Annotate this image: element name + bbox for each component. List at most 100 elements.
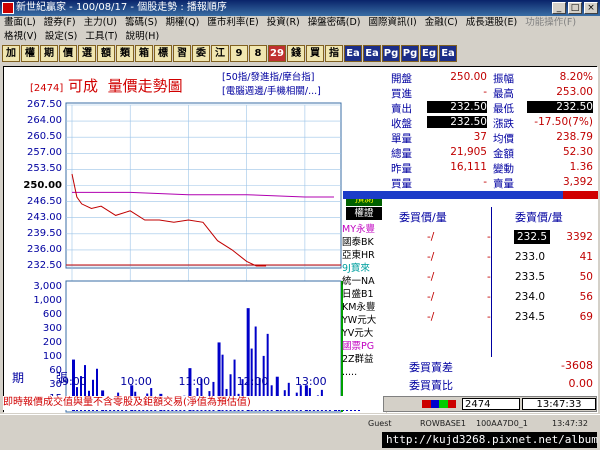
toolbar-button-20[interactable]: Pg	[382, 45, 400, 62]
quote-row: 賣出 232.50 最低 232.50	[387, 101, 598, 115]
menu2-item-2[interactable]: 工具(T)	[81, 31, 121, 42]
toolbar-button-19[interactable]: Ea	[363, 45, 381, 62]
menu2-item-1[interactable]: 設定(S)	[41, 31, 81, 42]
menu-item-11[interactable]: 功能操作(F)	[521, 17, 580, 28]
broker-item[interactable]: YV元大	[342, 327, 384, 340]
yvol-value: 16,111	[450, 161, 487, 173]
toolbar-button-22[interactable]: Eg	[420, 45, 438, 62]
menu-item-3[interactable]: 籌碼(S)	[121, 17, 161, 28]
broker-item[interactable]: 統一NA	[342, 275, 384, 288]
toolbar-button-13[interactable]: 8	[249, 45, 267, 62]
maximize-button[interactable]: □	[568, 2, 582, 14]
toolbar-button-11[interactable]: 江	[211, 45, 229, 62]
quote-row: 開盤 250.00 振幅 8.20%	[387, 71, 598, 85]
menu-item-5[interactable]: 匯市利率(E)	[203, 17, 262, 28]
toolbar-button-21[interactable]: Pg	[401, 45, 419, 62]
toolbar-button-15[interactable]: 錢	[287, 45, 305, 62]
single-value: 37	[473, 131, 487, 143]
y-tick: 243.00	[27, 211, 62, 223]
toolbar-button-7[interactable]: 箱	[135, 45, 153, 62]
y-tick: 232.50	[27, 260, 62, 271]
close-button[interactable]: ×	[584, 2, 598, 14]
menu2-item-3[interactable]: 說明(H)	[122, 31, 164, 42]
menu-item-9[interactable]: 金融(C)	[421, 17, 462, 28]
menu2-item-0[interactable]: 格視(V)	[0, 31, 41, 42]
toolbar-button-18[interactable]: Ea	[344, 45, 362, 62]
stock-code-input[interactable]: 2474	[462, 398, 520, 410]
y-tick: 260.50	[27, 131, 62, 143]
low-label: 最低	[493, 103, 514, 115]
window-title: 新世紀贏家 - 100/08/17 - 個股走勢 : 播報順序	[16, 2, 227, 13]
toolbar: 加權期價選額類箱標習委江 9 8 29 錢買指 Ea Ea Pg Pg Eg Ea	[0, 44, 600, 64]
ask-price: 233.5	[515, 271, 546, 283]
task-rowbase: ROWBASE1	[420, 419, 466, 428]
index-membership[interactable]: [50指/發進指/摩台指]	[222, 71, 321, 85]
toolbar-button-9[interactable]: 習	[173, 45, 191, 62]
toolbar-button-12[interactable]: 9	[230, 45, 248, 62]
broker-list: MY永豐 國泰BK 亞東HR 9J寶來 統一NA 日盛B1 KM永豐 YW元大 YV元大 國票PG…	[342, 223, 384, 413]
broker-item[interactable]: .....	[342, 366, 384, 379]
menu-item-10[interactable]: 成長選股(E)	[462, 17, 521, 28]
volume-tick: 1,000	[33, 295, 62, 306]
toolbar-button-0[interactable]: 加	[2, 45, 20, 62]
broker-item[interactable]: 國泰BK	[342, 236, 384, 249]
open-label: 開盤	[391, 73, 412, 85]
turn-label: 變動	[493, 163, 514, 175]
toolbar-button-10[interactable]: 委	[192, 45, 210, 62]
menu-item-6[interactable]: 投資(R)	[263, 17, 304, 28]
broker-item[interactable]: 2Z群益	[342, 353, 384, 366]
volume-tick: 600	[42, 309, 62, 320]
status-bar: 2474 13:47:33	[383, 396, 597, 412]
close-value: 232.50	[427, 116, 487, 128]
quote-row: 總量 21,905 金額 52.30	[387, 146, 598, 160]
y-tick: 239.50	[27, 227, 62, 239]
order-diff-value: -3608	[561, 359, 593, 372]
toolbar-button-2[interactable]: 期	[40, 45, 58, 62]
menu-item-4[interactable]: 期權(Q)	[161, 17, 203, 28]
task-time: 13:47:32	[552, 419, 588, 428]
toolbar-button-17[interactable]: 指	[325, 45, 343, 62]
toolbar-button-6[interactable]: 類	[116, 45, 134, 62]
amt-label: 金額	[493, 148, 514, 160]
toolbar-button-5[interactable]: 額	[97, 45, 115, 62]
toolbar-button-14[interactable]: 29	[268, 45, 286, 62]
high-label: 最高	[493, 88, 514, 100]
single-label: 單量	[391, 133, 412, 145]
watermark-url: http://kujd3268.pixnet.net/album	[382, 432, 598, 448]
warrants-label[interactable]: 權證	[346, 207, 382, 220]
sellv-label: 賣量	[493, 178, 514, 190]
toolbar-button-8[interactable]: 標	[154, 45, 172, 62]
broker-item[interactable]: 國票PG	[342, 340, 384, 353]
clock: 13:47:33	[522, 398, 596, 410]
broker-item[interactable]: 亞東HR	[342, 249, 384, 262]
quote-row: 買進 - 最高 253.00	[387, 86, 598, 100]
menu-item-8[interactable]: 國際資訊(I)	[365, 17, 421, 28]
toolbar-button-4[interactable]: 選	[78, 45, 96, 62]
avg-value: 238.79	[556, 131, 593, 143]
stock-chart-window: [2474] 可成 量價走勢圖 [50指/發進指/摩台指] [電腦週邊/手機相關…	[3, 66, 598, 413]
ask-label: 賣出	[391, 103, 412, 115]
ask-qty: 3392	[566, 231, 593, 243]
quote-row: 昨量 16,111 變動 1.36	[387, 161, 598, 175]
menu-item-2[interactable]: 主力(U)	[80, 17, 121, 28]
sector-info[interactable]: [電腦週邊/手機相關/...]	[222, 85, 321, 99]
order-diff-label: 委買賣差	[409, 361, 453, 374]
toolbar-button-1[interactable]: 權	[21, 45, 39, 62]
broker-item[interactable]: 日盛B1	[342, 288, 384, 301]
toolbar-button-16[interactable]: 買	[306, 45, 324, 62]
ask-value: 232.50	[427, 101, 487, 113]
broker-item[interactable]: KM永豐	[342, 301, 384, 314]
toolbar-button-23[interactable]: Ea	[439, 45, 457, 62]
minimize-button[interactable]: _	[552, 2, 566, 14]
y-tick: 246.50	[27, 195, 62, 207]
menu-item-1[interactable]: 證券(F)	[40, 17, 80, 28]
menu-item-0[interactable]: 畫面(L)	[0, 17, 40, 28]
toolbar-button-3[interactable]: 價	[59, 45, 77, 62]
orderbook-row: -/-233.0 41	[387, 247, 598, 267]
task-session: 100AA7D0_1	[476, 419, 528, 428]
broker-item[interactable]: YW元大	[342, 314, 384, 327]
broker-item[interactable]: 9J寶來	[342, 262, 384, 275]
orderbook-divider	[491, 207, 492, 357]
broker-item[interactable]: MY永豐	[342, 223, 384, 236]
menu-item-7[interactable]: 操盤密碼(D)	[304, 17, 365, 28]
